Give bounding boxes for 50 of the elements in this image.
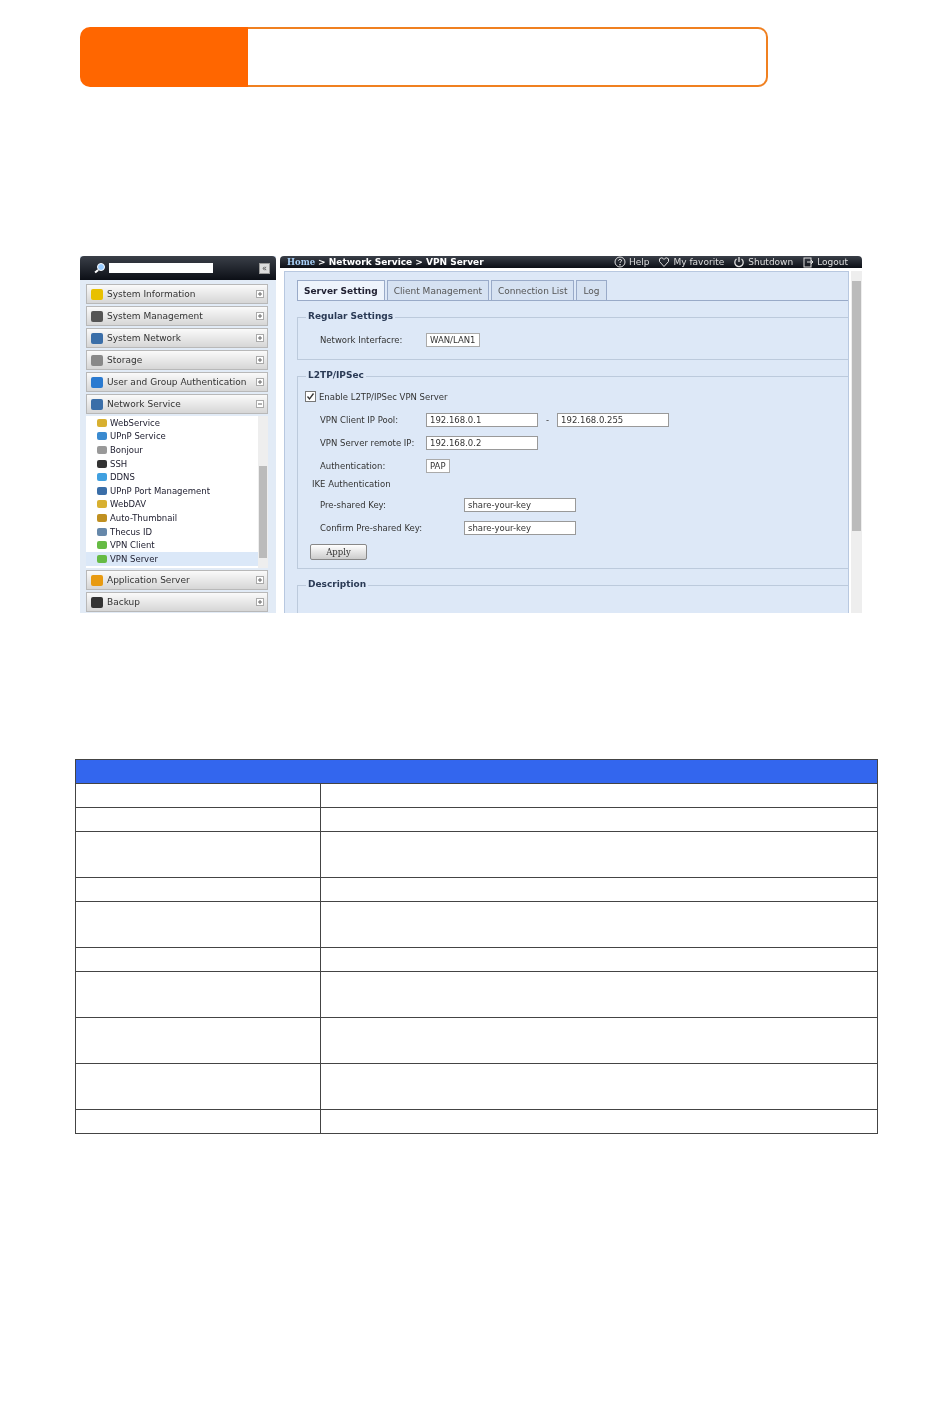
- value-field: PAP: [426, 458, 450, 473]
- tab[interactable]: Log: [576, 280, 607, 300]
- input-field[interactable]: 192.168.0.2: [426, 435, 538, 450]
- menu-section[interactable]: Backup: [86, 592, 268, 612]
- tab[interactable]: Client Management: [386, 280, 489, 300]
- menu-section[interactable]: Network Service: [86, 394, 268, 414]
- submenu-item[interactable]: UPnP Service: [86, 429, 258, 444]
- toolbar-link[interactable]: Logout: [802, 256, 848, 268]
- menu-section[interactable]: User and Group Authentication: [86, 372, 268, 392]
- menu-section[interactable]: Application Server: [86, 570, 268, 590]
- toolbar-link[interactable]: Help: [613, 256, 650, 268]
- input-field[interactable]: share-your-key: [464, 497, 576, 512]
- value-field: WAN/LAN1: [426, 332, 480, 347]
- submenu-item[interactable]: VPN Client: [86, 538, 258, 552]
- submenu-item[interactable]: UPnP Port Management: [86, 483, 258, 498]
- home-link[interactable]: Home: [287, 257, 316, 267]
- menu-section[interactable]: Storage: [86, 350, 268, 370]
- field-label: Network Interfacre:: [320, 334, 404, 345]
- submenu-item[interactable]: WebDAV: [86, 497, 258, 512]
- submenu-item[interactable]: SSH: [86, 456, 258, 471]
- input-field[interactable]: 192.168.0.1: [426, 412, 538, 427]
- group-title: L2TP/IPSec: [306, 370, 366, 380]
- submenu-item[interactable]: DDNS: [86, 470, 258, 484]
- group-title: Description: [306, 579, 369, 589]
- tab[interactable]: Server Setting: [297, 280, 385, 300]
- collapse-button[interactable]: «: [259, 262, 270, 274]
- submenu-item[interactable]: Bonjour: [86, 443, 258, 457]
- input-field[interactable]: share-your-key: [464, 520, 576, 535]
- tab[interactable]: Connection List: [490, 280, 575, 300]
- submenu-item[interactable]: Auto-Thumbnail: [86, 511, 258, 525]
- field-label: Pre-shared Key:: [320, 499, 387, 510]
- submenu-item[interactable]: VPN Server: [86, 551, 258, 566]
- checkbox-label: Enable L2TP/IPSec VPN Server: [319, 391, 448, 402]
- field-label: Authentication:: [320, 460, 387, 471]
- menu-section[interactable]: System Management: [86, 306, 268, 326]
- menu-section[interactable]: System Network: [86, 328, 268, 348]
- toolbar-link[interactable]: My favorite: [658, 256, 725, 268]
- range-separator: -: [546, 414, 550, 425]
- breadcrumb-path: > Network Service > VPN Server: [318, 257, 484, 267]
- field-label: Confirm Pre-shared Key:: [320, 522, 424, 533]
- subsection-title: IKE Authentication: [311, 478, 392, 491]
- field-label: VPN Server remote IP:: [320, 437, 416, 448]
- field-label: VPN Client IP Pool:: [320, 414, 400, 425]
- input-field[interactable]: 192.168.0.255: [557, 412, 670, 427]
- menu-section[interactable]: System Information: [86, 284, 268, 304]
- submenu-item[interactable]: WebService: [86, 416, 258, 430]
- apply-button[interactable]: Apply: [310, 544, 367, 560]
- submenu-item[interactable]: Thecus ID: [86, 524, 258, 539]
- group-title: Regular Settings: [306, 311, 396, 321]
- toolbar-link[interactable]: Shutdown: [733, 256, 794, 268]
